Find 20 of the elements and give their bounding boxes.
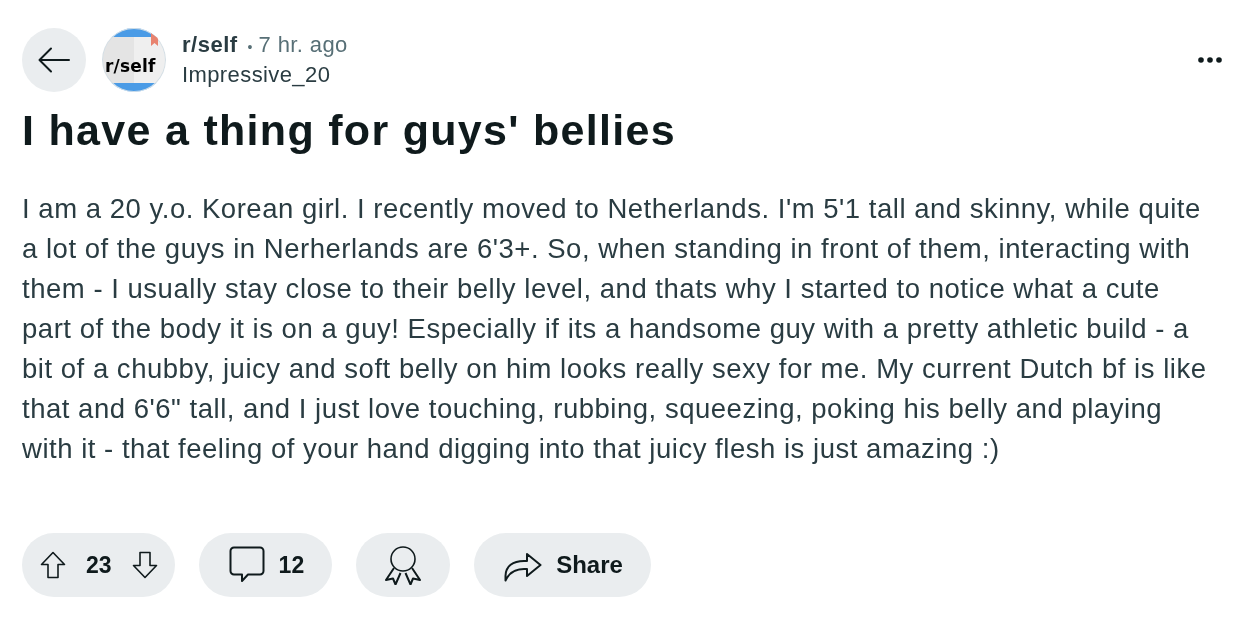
post-time: 7 hr. ago [258,32,348,58]
arrow-down-icon [131,551,158,579]
separator-dot: • [247,39,253,55]
bookmark-icon [151,33,158,46]
share-button[interactable]: Share [474,533,651,597]
post-title: I have a thing for guys' bellies [22,106,677,154]
comment-button[interactable]: 12 [198,533,333,597]
avatar-text: r/self [105,57,156,75]
downvote-button[interactable] [131,551,158,579]
author-link[interactable]: Impressive_20 [182,61,348,89]
arrow-up-icon [40,551,66,579]
vote-count: 23 [86,551,112,579]
more-icon [1198,57,1222,63]
speech-bubble-icon [228,546,265,584]
ribbon-icon [384,545,423,585]
post-body: I am a 20 y.o. Korean girl. I recently moved to Netherlands. I'm 5'1 tall and skinny, while quite a lot of the guys in Nerherlands are 6'3+. So, when standing in front of them, interacting with them - I usually stay close to their belly level, and thats why I started to notice what a cute part of the body it is on a guy! Especially if its a handsome guy with a pretty athletic build - a bit of a chubby, juicy and soft belly on him looks really sexy for me. My current Dutch bf is like that and 6'6" tall, and I just love touching, rubbing, squeezing, poking his belly and playing with it - that feeling of your hand digging into that juicy flesh is just amazing :) [22,192,1208,466]
upvote-button[interactable] [40,551,66,579]
more-options-button[interactable] [1198,57,1222,63]
community-link[interactable]: r/self [182,31,238,59]
arrow-left-icon [38,47,70,73]
